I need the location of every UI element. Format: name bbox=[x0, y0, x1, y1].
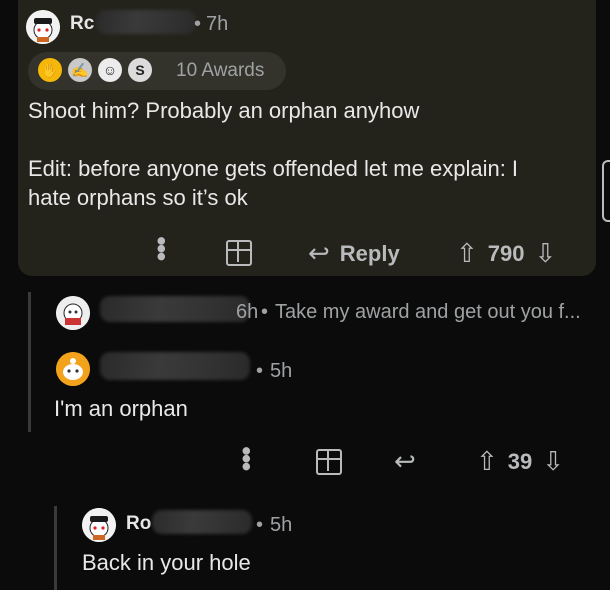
give-award-button[interactable] bbox=[226, 240, 252, 266]
comment-time: 7h bbox=[206, 13, 229, 35]
score: 790 bbox=[487, 240, 525, 266]
more-options-icon: ••• bbox=[146, 236, 177, 260]
comment-body: I'm an orphan bbox=[54, 396, 188, 421]
user-avatar[interactable] bbox=[26, 10, 60, 44]
comment-username[interactable]: Rc bbox=[70, 13, 94, 35]
score: 39 bbox=[507, 448, 533, 474]
comment-separator: • bbox=[256, 514, 264, 536]
reply-arrow-icon: ↩ bbox=[394, 446, 416, 476]
vote-controls: ⇧ 790 ⇩ bbox=[456, 238, 556, 269]
collapsed-comment-preview[interactable]: Take my award and get out you f... bbox=[275, 301, 595, 324]
redacted-username bbox=[152, 510, 252, 534]
avatar-icon bbox=[26, 10, 60, 44]
redacted-username bbox=[100, 296, 250, 322]
user-avatar[interactable] bbox=[56, 352, 90, 386]
upvote-icon[interactable]: ⇧ bbox=[456, 238, 478, 269]
award-icons: ✋ ✍ ☺ S bbox=[38, 58, 152, 82]
avatar-icon bbox=[56, 296, 90, 330]
avatar-icon bbox=[82, 508, 116, 542]
more-options-button[interactable]: ••• bbox=[231, 446, 262, 470]
thread-line bbox=[54, 506, 57, 590]
reply-button[interactable]: ↩ Reply bbox=[308, 238, 400, 269]
scrollbar-thumb[interactable] bbox=[602, 160, 610, 222]
face-award-icon: ☺ bbox=[98, 58, 122, 82]
silver-award-icon: S bbox=[128, 58, 152, 82]
comment-separator: • bbox=[256, 360, 264, 382]
comment-time: 5h bbox=[270, 514, 293, 536]
downvote-icon[interactable]: ⇩ bbox=[535, 238, 557, 269]
more-options-icon: ••• bbox=[231, 446, 262, 470]
thread-line bbox=[28, 292, 31, 432]
redacted-username bbox=[100, 352, 250, 380]
comment-body: Back in your hole bbox=[82, 550, 251, 575]
comment-line: Shoot him? Probably an orphan anyhow bbox=[28, 98, 420, 123]
reply-button[interactable]: ↩ bbox=[394, 446, 416, 477]
comment-separator: • bbox=[261, 301, 269, 323]
comment-time: 6h bbox=[236, 301, 259, 323]
upvote-icon[interactable]: ⇧ bbox=[476, 446, 498, 477]
clapping-award-icon: ✋ bbox=[38, 58, 62, 82]
reply-arrow-icon: ↩ bbox=[308, 238, 330, 268]
awards-count: 10 Awards bbox=[176, 60, 265, 81]
comment-username[interactable]: Ro bbox=[126, 513, 151, 535]
avatar-icon bbox=[56, 352, 90, 386]
redacted-username bbox=[96, 10, 196, 34]
gift-icon bbox=[226, 240, 252, 266]
downvote-icon[interactable]: ⇩ bbox=[542, 446, 564, 477]
helpful-award-icon: ✍ bbox=[68, 58, 92, 82]
user-avatar[interactable] bbox=[82, 508, 116, 542]
comment-line: hate orphans so it’s ok bbox=[28, 185, 248, 210]
comment-separator: • bbox=[194, 13, 202, 35]
vote-controls: ⇧ 39 ⇩ bbox=[476, 446, 564, 477]
comment-body: Shoot him? Probably an orphan anyhow Edi… bbox=[28, 96, 518, 212]
reply-label: Reply bbox=[339, 240, 400, 266]
comment-line: Edit: before anyone gets offended let me… bbox=[28, 156, 519, 181]
more-options-button[interactable]: ••• bbox=[146, 236, 177, 260]
user-avatar[interactable] bbox=[56, 296, 90, 330]
gift-icon bbox=[316, 449, 342, 475]
comment-blank-line bbox=[28, 125, 518, 154]
comment-time: 5h bbox=[270, 360, 293, 382]
give-award-button[interactable] bbox=[316, 449, 342, 475]
